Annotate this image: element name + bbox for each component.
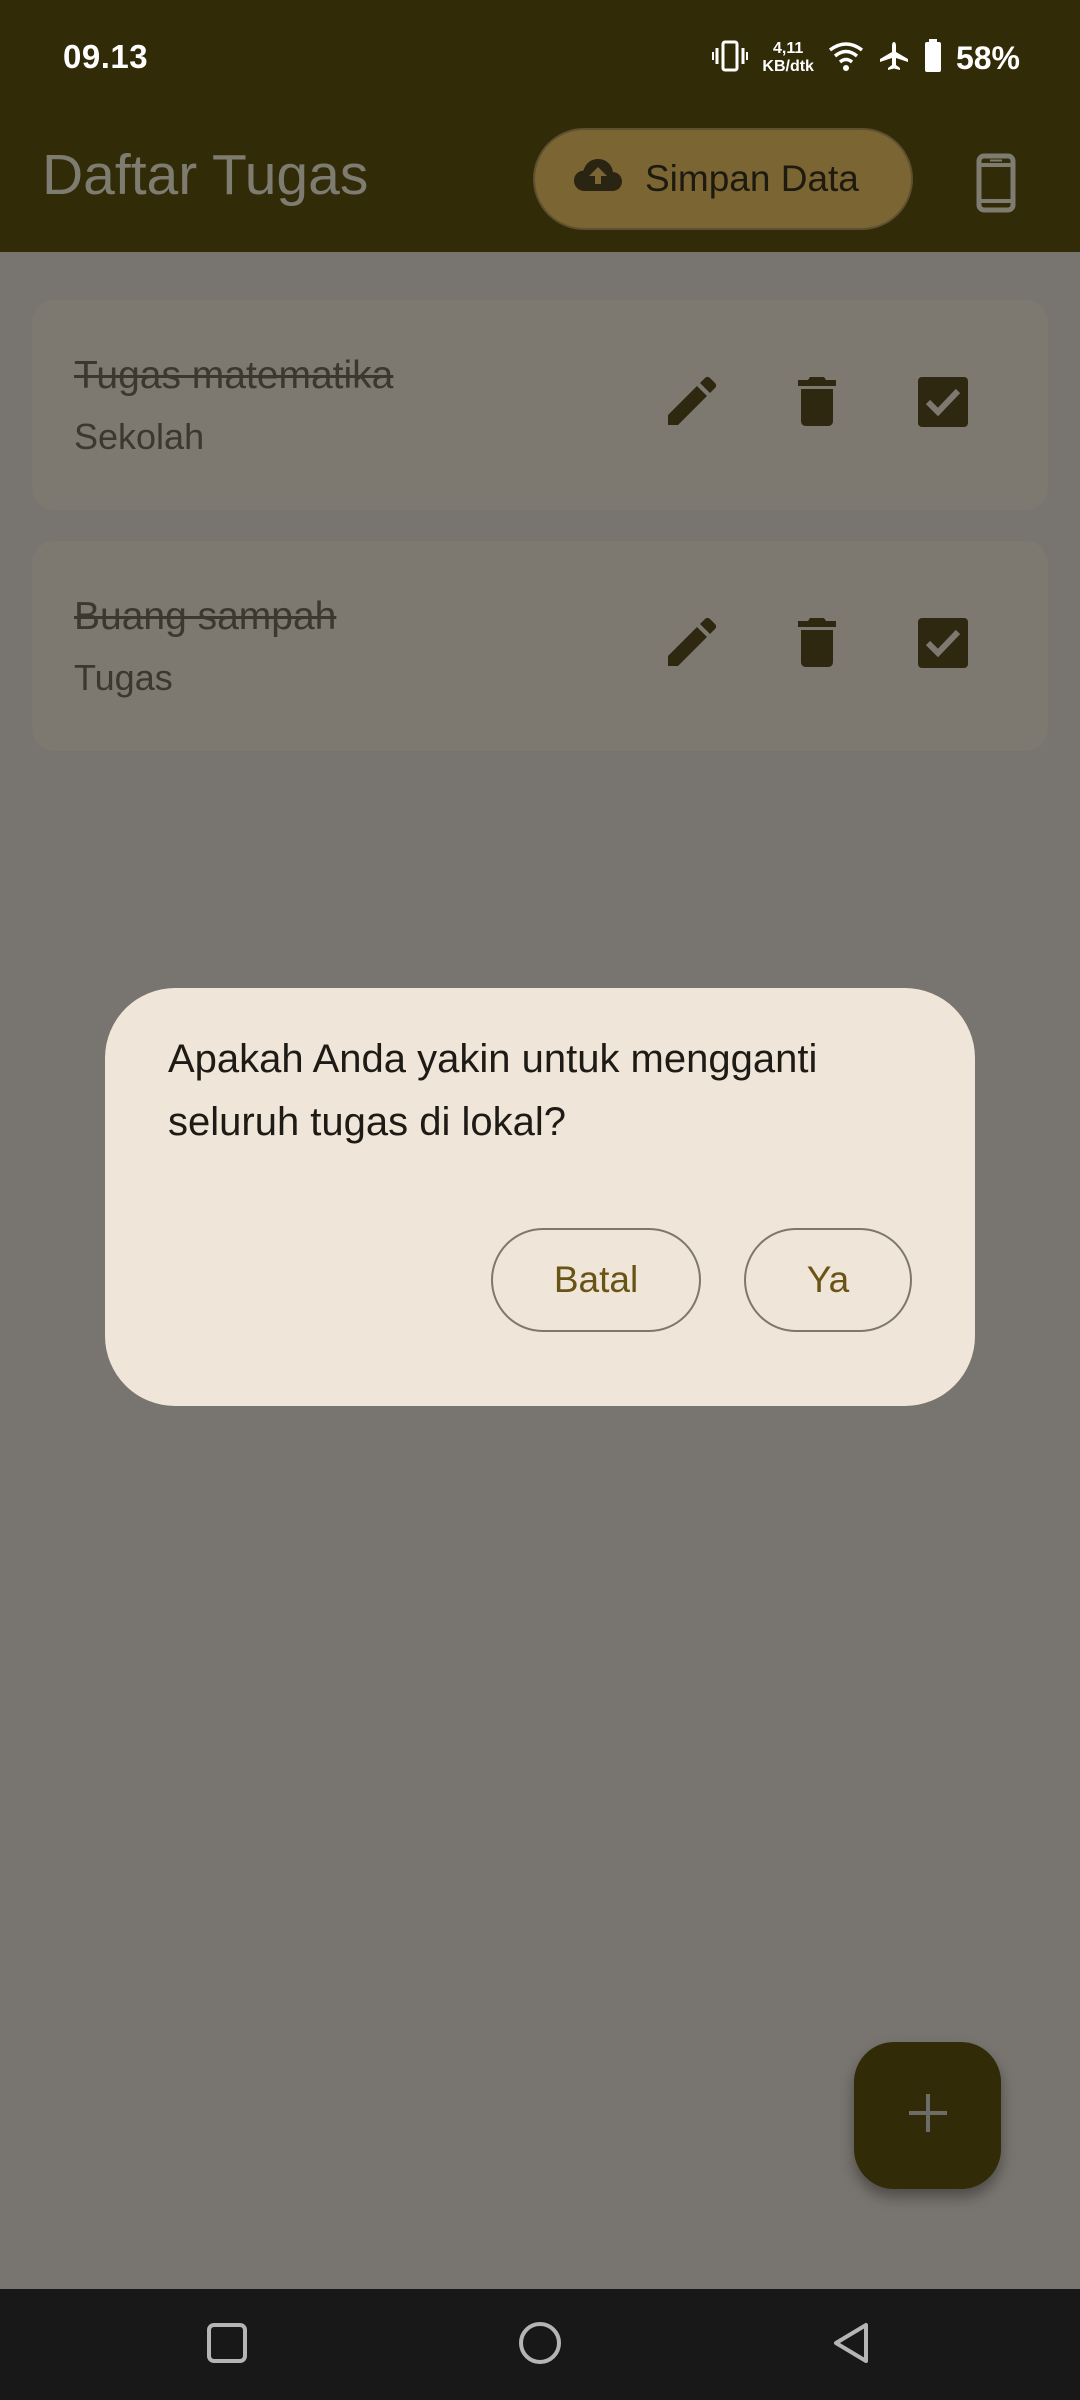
delete-task-button[interactable] — [784, 371, 850, 437]
battery-icon — [924, 38, 942, 78]
status-time: 09.13 — [63, 38, 149, 75]
task-checkbox[interactable] — [910, 612, 976, 678]
wifi-icon — [828, 40, 864, 77]
back-icon — [830, 2321, 874, 2370]
status-bar: 09.13 4,11 KB/dtk 58% — [0, 0, 1080, 116]
back-button[interactable] — [820, 2313, 884, 2377]
network-speed-value: 4,11 — [773, 40, 804, 57]
task-title: Buang sampah — [74, 595, 337, 638]
home-button[interactable] — [508, 2313, 572, 2377]
checked-box-icon — [918, 617, 968, 673]
task-checkbox[interactable] — [910, 371, 976, 437]
dialog-message: Apakah Anda yakin untuk mengganti seluru… — [168, 1037, 818, 1144]
trash-icon — [797, 376, 837, 432]
edit-task-button[interactable] — [658, 612, 724, 678]
trash-icon — [797, 617, 837, 673]
add-task-button[interactable] — [854, 2042, 1001, 2189]
vibrate-icon — [712, 39, 749, 78]
recents-icon — [205, 2321, 249, 2370]
airplane-mode-icon — [878, 40, 910, 77]
task-category: Sekolah — [74, 416, 205, 457]
system-nav-bar — [0, 2289, 1080, 2400]
cancel-button[interactable]: Batal — [491, 1228, 701, 1332]
app-bar: Daftar Tugas Simpan Data — [0, 116, 1080, 252]
pencil-icon — [664, 375, 718, 434]
save-data-button[interactable]: Simpan Data — [533, 128, 913, 230]
task-card[interactable]: Tugas matematika Sekolah — [32, 300, 1048, 510]
pencil-icon — [664, 616, 718, 675]
home-icon — [516, 2319, 564, 2372]
network-speed-unit: KB/dtk — [762, 58, 814, 75]
page-title: Daftar Tugas — [42, 143, 369, 207]
plus-icon — [906, 2091, 950, 2140]
recents-button[interactable] — [195, 2313, 259, 2377]
task-title: Tugas matematika — [74, 354, 394, 397]
task-category: Tugas — [74, 657, 173, 698]
battery-percent: 58% — [955, 39, 1020, 76]
screen: 09.13 4,11 KB/dtk 58% Daftar Tugas Simpa… — [0, 0, 1080, 2400]
task-card[interactable]: Buang sampah Tugas — [32, 541, 1048, 751]
phone-icon — [976, 153, 1016, 218]
checked-box-icon — [918, 376, 968, 432]
confirm-dialog: Apakah Anda yakin untuk mengganti seluru… — [105, 988, 975, 1406]
confirm-button[interactable]: Ya — [744, 1228, 912, 1332]
status-icons: 4,11 KB/dtk 58% — [712, 36, 1020, 80]
edit-task-button[interactable] — [658, 371, 724, 437]
network-speed: 4,11 KB/dtk — [762, 40, 814, 76]
save-data-label: Simpan Data — [645, 158, 859, 199]
cloud-upload-icon — [573, 157, 623, 202]
device-button[interactable] — [966, 144, 1026, 226]
delete-task-button[interactable] — [784, 612, 850, 678]
